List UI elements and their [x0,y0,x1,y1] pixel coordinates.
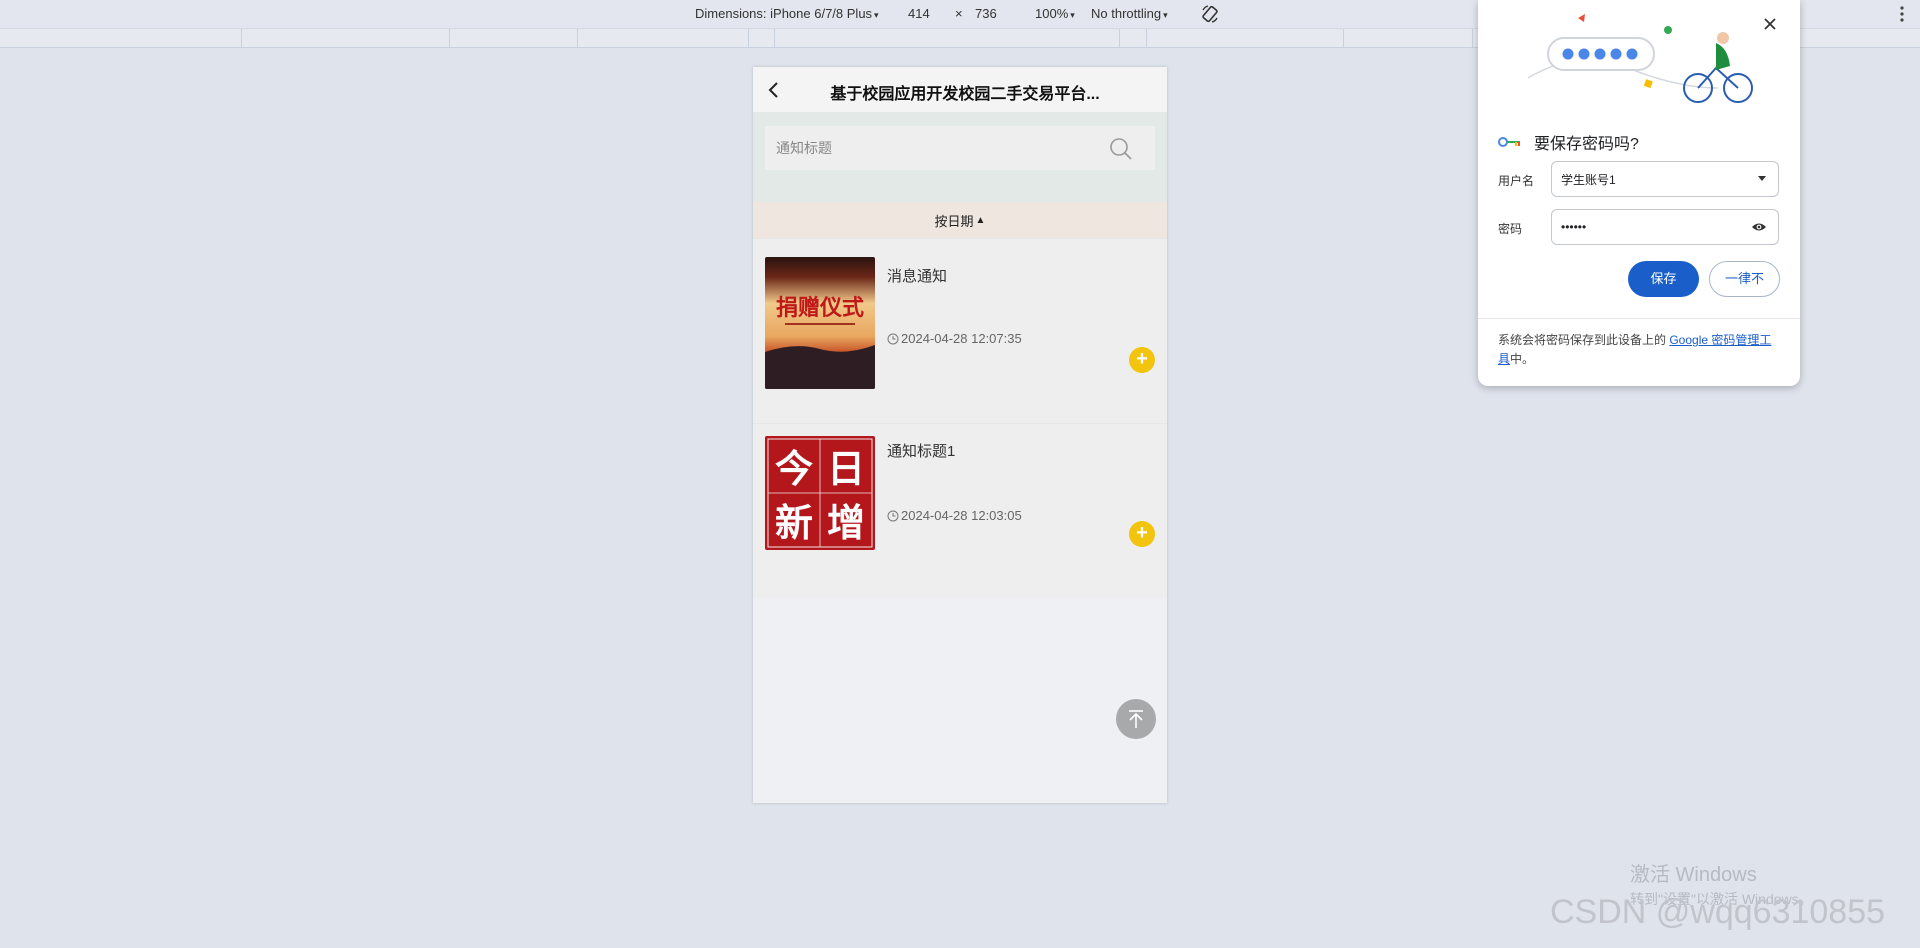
thumbnail-caption: 捐赠仪式 [776,295,864,321]
password-field[interactable]: •••••• [1551,209,1779,245]
dialog-heading: 要保存密码吗? [1498,130,1639,154]
width-input[interactable]: 414 [908,6,930,21]
chevron-down-icon: ▾ [874,10,879,20]
password-label: 密码 [1498,222,1523,236]
dropdown-arrow-icon [1758,176,1766,181]
notice-list: 捐赠仪式 消息通知 2024-04-28 12:07:35 + 今 日 新 增 [753,238,1167,598]
thumbnail-char: 今 [775,447,813,491]
dimensions-dropdown[interactable]: Dimensions: iPhone 6/7/8 Plus ▾ [695,6,879,21]
footer-text: 系统会将密码保存到此设备上的 [1498,333,1670,347]
dialog-heading-text: 要保存密码吗? [1534,136,1639,153]
key-icon [1498,137,1520,147]
add-button[interactable]: + [1129,347,1155,373]
list-item[interactable]: 捐赠仪式 消息通知 2024-04-28 12:07:35 + [753,238,1167,423]
throttling-dropdown[interactable]: No throttling ▾ [1091,6,1168,21]
dimensions-label: Dimensions: iPhone 6/7/8 Plus [695,6,873,21]
watermark-line1: 激活 Windows [1630,864,1757,886]
more-options-icon[interactable] [1897,4,1907,24]
chevron-down-icon: ▾ [1163,10,1168,20]
chevron-down-icon: ▾ [1070,10,1075,20]
notice-thumbnail: 捐赠仪式 [765,257,875,389]
divider [1478,318,1800,319]
csdn-watermark: CSDN @wqq6310855 [1550,893,1886,931]
notice-title: 消息通知 [887,268,948,285]
save-button[interactable]: 保存 [1628,261,1699,297]
sort-by-date-button[interactable]: 按日期 ▲ [753,202,1167,238]
notice-time: 2024-04-28 12:03:05 [887,508,1022,523]
search-box [765,126,1155,170]
search-input[interactable] [765,140,1085,156]
save-password-dialog: 要保存密码吗? 用户名 学生账号1 密码 •••••• 保存 一律不 系统会将密… [1478,0,1800,386]
thumbnail-char: 增 [827,501,865,545]
clock-icon [887,333,899,344]
zoom-label: 100% [1035,6,1069,21]
sort-label: 按日期 [934,213,974,229]
page-title: 基于校园应用开发校园二手交易平台... [830,86,1100,103]
password-illustration [1527,14,1753,103]
notice-thumbnail: 今 日 新 增 [765,436,875,550]
add-button[interactable]: + [1129,521,1155,547]
username-value: 学生账号1 [1561,172,1616,187]
search-icon[interactable] [1109,137,1133,161]
app-header: 基于校园应用开发校园二手交易平台... [753,67,1167,112]
never-button[interactable]: 一律不 [1709,261,1780,297]
notice-title: 通知标题1 [887,443,956,460]
clock-icon [887,510,899,521]
sort-arrow-icon: ▲ [975,214,986,226]
eye-icon[interactable] [1751,221,1767,233]
close-icon[interactable] [1762,16,1778,32]
phone-viewport: 基于校园应用开发校园二手交易平台... 按日期▲ [753,67,1167,803]
back-to-top-button[interactable] [1116,699,1156,739]
notice-time: 2024-04-28 12:07:35 [887,331,1022,346]
height-input[interactable]: 736 [975,6,997,21]
thumbnail-char: 新 [775,501,813,545]
arrow-up-icon [1129,710,1143,728]
rotate-icon[interactable] [1200,4,1220,24]
notice-time-text: 2024-04-28 12:03:05 [901,508,1022,523]
footer-text-end: 中。 [1510,352,1535,366]
throttling-label: No throttling [1091,6,1162,21]
notice-time-text: 2024-04-28 12:07:35 [901,331,1022,346]
list-item[interactable]: 今 日 新 增 通知标题1 2024-04-28 12:03:05 + [753,423,1167,598]
search-area [753,112,1167,202]
zoom-dropdown[interactable]: 100% ▾ [1035,6,1075,21]
username-label: 用户名 [1498,174,1535,188]
times-sign: × [955,6,963,21]
username-select[interactable]: 学生账号1 [1551,161,1779,197]
dialog-footer: 系统会将密码保存到此设备上的 Google 密码管理工具中。 [1498,331,1783,369]
thumbnail-char: 日 [827,447,865,491]
password-value: •••••• [1561,220,1587,234]
